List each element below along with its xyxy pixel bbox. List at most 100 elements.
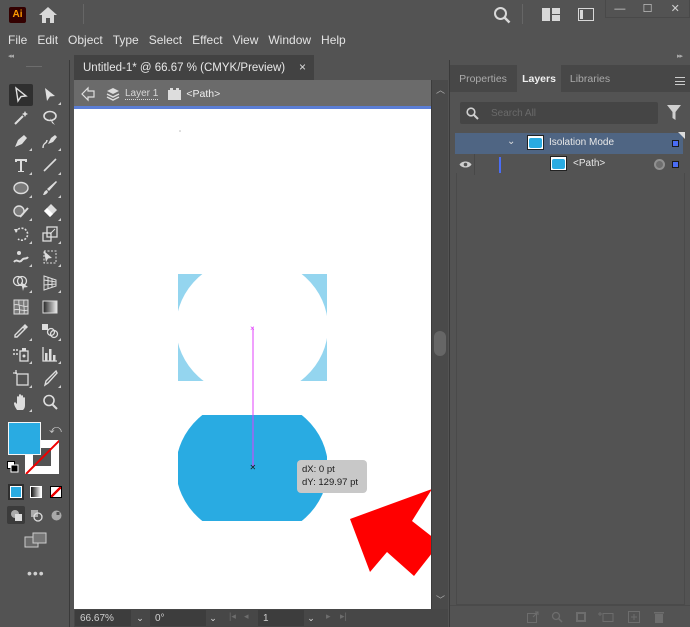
- selection-indicator[interactable]: [672, 161, 679, 168]
- none-mode-button[interactable]: [48, 484, 64, 500]
- close-button[interactable]: ✕: [661, 0, 689, 17]
- artboard-number-field[interactable]: 1: [258, 610, 304, 626]
- paintbrush-tool[interactable]: [38, 177, 62, 199]
- menu-edit[interactable]: Edit: [33, 33, 62, 47]
- export-icon[interactable]: [527, 611, 539, 623]
- tab-properties[interactable]: Properties: [450, 65, 516, 92]
- shaper-tool[interactable]: [9, 200, 33, 222]
- tab-libraries[interactable]: Libraries: [562, 65, 618, 92]
- last-artboard-icon[interactable]: ▸|: [340, 611, 347, 622]
- puppet-warp-tool[interactable]: [9, 246, 33, 268]
- new-sublayer-icon[interactable]: [598, 611, 614, 623]
- scroll-down-icon[interactable]: ﹀: [436, 593, 445, 606]
- lasso-tool[interactable]: [38, 107, 62, 129]
- rotate-tool[interactable]: [9, 223, 33, 245]
- draw-normal-button[interactable]: [7, 506, 25, 524]
- eye-visibility-icon[interactable]: [459, 160, 472, 169]
- color-mode-button[interactable]: [8, 484, 24, 500]
- menu-help[interactable]: Help: [317, 33, 350, 47]
- collapse-toolbar-icon[interactable]: ◂◂: [8, 52, 14, 60]
- rotation-dropdown-icon[interactable]: ⌄: [204, 610, 222, 626]
- menu-select[interactable]: Select: [145, 33, 186, 47]
- default-fill-stroke-icon[interactable]: [7, 461, 19, 473]
- next-artboard-icon[interactable]: ▸: [326, 611, 331, 622]
- menu-type[interactable]: Type: [109, 33, 143, 47]
- vertical-scrollbar[interactable]: ︿ ﹀: [431, 80, 448, 609]
- direct-selection-tool[interactable]: [38, 84, 62, 106]
- change-screen-mode-icon[interactable]: [24, 531, 48, 549]
- eraser-tool[interactable]: [38, 200, 62, 222]
- scroll-up-icon[interactable]: ︿: [436, 83, 445, 96]
- ellipse-tool[interactable]: [9, 177, 33, 199]
- menu-window[interactable]: Window: [264, 33, 315, 47]
- curvature-tool[interactable]: [38, 130, 62, 152]
- menu-effect[interactable]: Effect: [188, 33, 226, 47]
- menu-view[interactable]: View: [229, 33, 263, 47]
- gradient-mode-button[interactable]: [28, 484, 44, 500]
- magic-wand-tool[interactable]: [9, 107, 33, 129]
- edit-toolbar-button[interactable]: •••: [27, 565, 45, 581]
- menu-file[interactable]: File: [4, 33, 31, 47]
- back-arrow-icon[interactable]: [80, 86, 96, 102]
- scrollbar-thumb[interactable]: [434, 331, 446, 356]
- locate-object-icon[interactable]: [551, 611, 563, 623]
- zoom-tool[interactable]: [38, 391, 62, 413]
- zoom-dropdown-icon[interactable]: ⌄: [131, 610, 149, 626]
- selection-indicator[interactable]: [672, 140, 679, 147]
- magic-wand-icon: [14, 111, 28, 125]
- minimize-button[interactable]: —: [606, 0, 634, 17]
- type-tool[interactable]: [9, 154, 33, 176]
- collapse-panels-icon[interactable]: ▸▸: [677, 52, 683, 60]
- workspace-switcher-icon[interactable]: [578, 8, 594, 21]
- previous-artboard-icon[interactable]: ◂: [244, 611, 249, 622]
- draw-inside-button[interactable]: [47, 506, 65, 524]
- close-tab-icon[interactable]: ×: [299, 60, 306, 74]
- line-segment-tool[interactable]: [38, 154, 62, 176]
- expand-chevron-icon[interactable]: ⌄: [507, 136, 515, 147]
- pen-tool[interactable]: [9, 130, 33, 152]
- search-icon[interactable]: [493, 6, 511, 24]
- first-artboard-icon[interactable]: |◂: [229, 611, 236, 622]
- panel-menu-icon[interactable]: [675, 77, 685, 85]
- clipping-mask-icon[interactable]: [575, 611, 587, 623]
- tab-layers[interactable]: Layers: [517, 65, 561, 92]
- filter-icon[interactable]: [667, 105, 681, 120]
- perspective-grid-tool[interactable]: [38, 272, 62, 294]
- rotation-field[interactable]: 0°: [150, 610, 206, 626]
- maximize-button[interactable]: ☐: [634, 0, 662, 17]
- shape-builder-tool[interactable]: [9, 272, 33, 294]
- column-graph-tool[interactable]: [38, 343, 62, 365]
- eyedropper-tool[interactable]: [9, 320, 33, 342]
- layer-row-path[interactable]: <Path>: [455, 154, 683, 175]
- menu-object[interactable]: Object: [64, 33, 107, 47]
- curvature-pen-icon: [42, 135, 57, 149]
- swap-fill-stroke-icon[interactable]: ⤺: [49, 422, 62, 437]
- breadcrumb-layer[interactable]: Layer 1: [125, 88, 159, 100]
- artboard-canvas[interactable]: × ✕: [74, 109, 431, 609]
- toolbar-grip[interactable]: [26, 66, 42, 67]
- scale-tool[interactable]: [38, 223, 62, 245]
- artboard-dropdown-icon[interactable]: ⌄: [302, 610, 320, 626]
- delete-layer-icon[interactable]: [653, 611, 665, 623]
- fill-color-swatch-front[interactable]: [8, 422, 41, 455]
- gradient-tool[interactable]: [38, 296, 62, 318]
- zoom-level-field[interactable]: 66.67%: [75, 610, 131, 626]
- layer-row-isolation-mode[interactable]: ⌄ Isolation Mode: [455, 132, 685, 154]
- mesh-tool[interactable]: [9, 296, 33, 318]
- artboard-tool[interactable]: [9, 367, 33, 389]
- selection-tool[interactable]: [9, 84, 33, 106]
- symbol-sprayer-tool[interactable]: [9, 343, 33, 365]
- layers-search-field[interactable]: Search All: [460, 102, 658, 124]
- document-tab[interactable]: Untitled-1* @ 66.67 % (CMYK/Preview) ×: [74, 55, 314, 80]
- slice-tool[interactable]: [38, 367, 62, 389]
- home-icon[interactable]: [38, 6, 58, 24]
- shape-builder-icon: [12, 275, 28, 291]
- draw-behind-button[interactable]: [27, 506, 45, 524]
- target-appearance-icon[interactable]: [654, 159, 665, 170]
- eraser-icon: [44, 204, 57, 217]
- new-layer-icon[interactable]: [628, 611, 640, 623]
- hand-tool[interactable]: [9, 391, 33, 413]
- free-transform-tool[interactable]: [38, 246, 62, 268]
- blend-tool[interactable]: [38, 320, 62, 342]
- arrange-documents-icon[interactable]: [542, 8, 560, 21]
